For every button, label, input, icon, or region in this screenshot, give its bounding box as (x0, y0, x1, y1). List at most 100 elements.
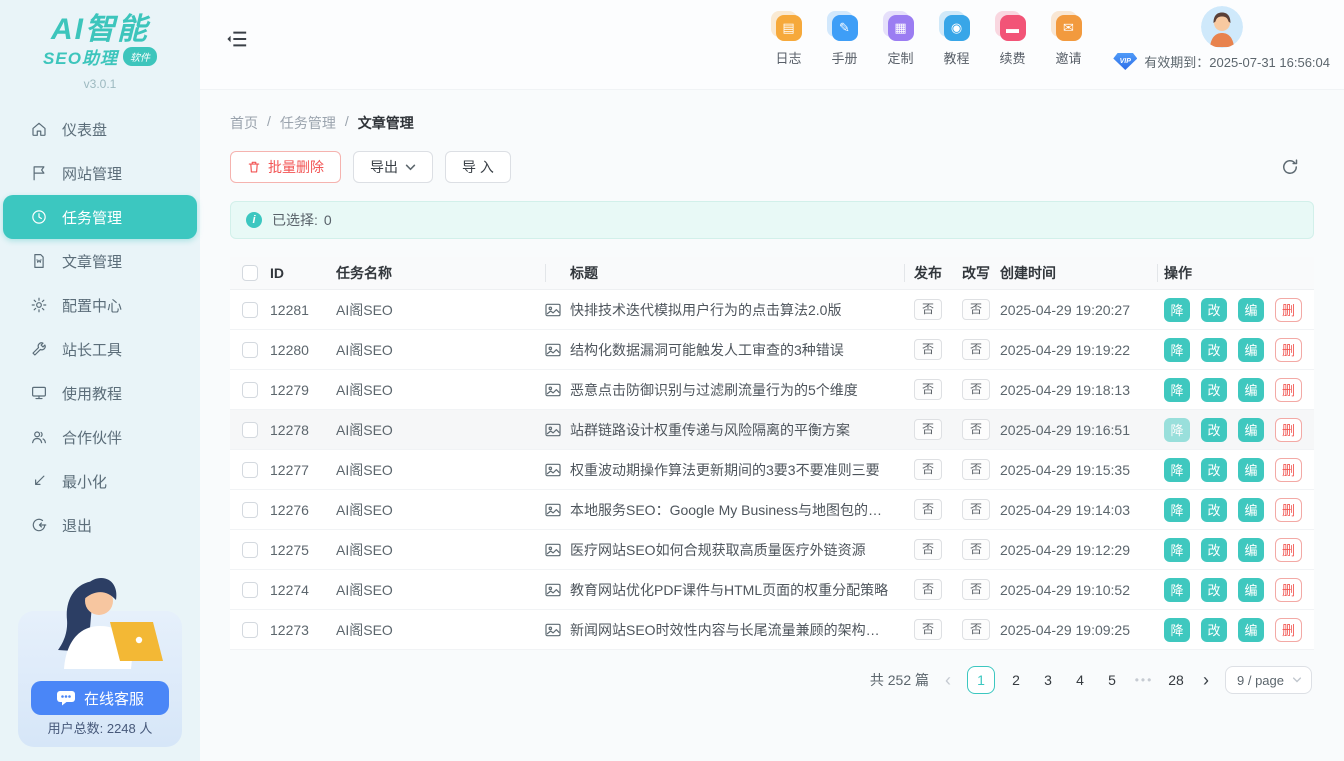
page-number[interactable]: 28 (1165, 666, 1187, 694)
rewrite-button[interactable]: 改 (1201, 578, 1227, 602)
publish-status-tag: 否 (914, 379, 942, 400)
edit-button[interactable]: 编 (1238, 338, 1264, 362)
edit-button[interactable]: 编 (1238, 418, 1264, 442)
rewrite-button[interactable]: 改 (1201, 298, 1227, 322)
edit-button[interactable]: 编 (1238, 458, 1264, 482)
delete-button[interactable]: 删 (1275, 458, 1302, 482)
demote-button[interactable]: 降 (1164, 538, 1190, 562)
sidebar-item-partners[interactable]: 合作伙伴 (0, 415, 200, 459)
demote-button[interactable]: 降 (1164, 578, 1190, 602)
cell-actions: 降 改 编 删 (1157, 458, 1314, 482)
delete-button[interactable]: 删 (1275, 338, 1302, 362)
rewrite-button[interactable]: 改 (1201, 338, 1227, 362)
sidebar-item-label: 文章管理 (62, 251, 122, 272)
row-checkbox[interactable] (242, 422, 258, 438)
quicklink-log[interactable]: ▤ 日志 (772, 15, 805, 67)
pagination-total: 共 252 篇 (870, 670, 929, 690)
sidebar-collapse-icon[interactable] (226, 29, 248, 49)
edit-button[interactable]: 编 (1238, 298, 1264, 322)
table-body: 12281 AI阁SEO 快排技术迭代模拟用户行为的点击算法2.0版 否 否 2… (230, 290, 1314, 650)
row-checkbox[interactable] (242, 462, 258, 478)
top-header: ▤ 日志 ✎ 手册 ▦ 定制 ◉ 教程 ▬ 续费 ✉ 邀请 VIP (200, 0, 1344, 90)
rewrite-button[interactable]: 改 (1201, 378, 1227, 402)
delete-button[interactable]: 删 (1275, 578, 1302, 602)
delete-button[interactable]: 删 (1275, 538, 1302, 562)
rewrite-button[interactable]: 改 (1201, 498, 1227, 522)
demote-button[interactable]: 降 (1164, 418, 1190, 442)
cell-created-time: 2025-04-29 19:16:51 (1000, 422, 1157, 438)
demote-button[interactable]: 降 (1164, 298, 1190, 322)
table-row: 12280 AI阁SEO 结构化数据漏洞可能触发人工审查的3种错误 否 否 20… (230, 330, 1314, 370)
import-button[interactable]: 导 入 (445, 151, 511, 183)
page-number[interactable]: 2 (1005, 666, 1027, 694)
image-icon (545, 623, 561, 637)
row-checkbox[interactable] (242, 502, 258, 518)
sidebar-item-articles[interactable]: 文章管理 (0, 239, 200, 283)
breadcrumb-item: 文章管理 (358, 113, 414, 133)
main-content: 首页/任务管理/文章管理 批量删除 导出 导 入 i (200, 90, 1344, 761)
demote-button[interactable]: 降 (1164, 338, 1190, 362)
delete-button[interactable]: 删 (1275, 618, 1302, 642)
edit-button[interactable]: 编 (1238, 498, 1264, 522)
quicklink-renew[interactable]: ▬ 续费 (996, 15, 1029, 67)
edit-button[interactable]: 编 (1238, 618, 1264, 642)
demote-button[interactable]: 降 (1164, 618, 1190, 642)
rewrite-button[interactable]: 改 (1201, 538, 1227, 562)
select-all-checkbox[interactable] (242, 265, 258, 281)
sidebar-item-tutorial[interactable]: 使用教程 (0, 371, 200, 415)
export-button[interactable]: 导出 (353, 151, 433, 183)
page-number[interactable]: 5 (1101, 666, 1123, 694)
row-checkbox[interactable] (242, 622, 258, 638)
breadcrumb-separator: / (267, 113, 271, 133)
page-number[interactable]: 3 (1037, 666, 1059, 694)
delete-button[interactable]: 删 (1275, 498, 1302, 522)
quicklink-custom[interactable]: ▦ 定制 (884, 15, 917, 67)
edit-button[interactable]: 编 (1238, 378, 1264, 402)
rewrite-button[interactable]: 改 (1201, 618, 1227, 642)
table-row: 12277 AI阁SEO 权重波动期操作算法更新期间的3要3不要准则三要 否 否… (230, 450, 1314, 490)
demote-button[interactable]: 降 (1164, 498, 1190, 522)
edit-button[interactable]: 编 (1238, 538, 1264, 562)
delete-button[interactable]: 删 (1275, 378, 1302, 402)
customer-service-card: 在线客服 用户总数: 2248 人 (18, 611, 182, 747)
table-row: 12281 AI阁SEO 快排技术迭代模拟用户行为的点击算法2.0版 否 否 2… (230, 290, 1314, 330)
row-checkbox[interactable] (242, 582, 258, 598)
rewrite-button[interactable]: 改 (1201, 418, 1227, 442)
delete-button[interactable]: 删 (1275, 298, 1302, 322)
sidebar-item-dashboard[interactable]: 仪表盘 (0, 107, 200, 151)
row-checkbox[interactable] (242, 382, 258, 398)
online-service-button[interactable]: 在线客服 (31, 681, 169, 715)
page-size-select[interactable]: 9 / page (1225, 666, 1312, 694)
quicklink-manual[interactable]: ✎ 手册 (828, 15, 861, 67)
cell-created-time: 2025-04-29 19:15:35 (1000, 462, 1157, 478)
next-page-button[interactable]: › (1201, 666, 1211, 694)
page-number[interactable]: 1 (967, 666, 995, 694)
quicklink-invite[interactable]: ✉ 邀请 (1052, 15, 1085, 67)
sidebar-item-logout[interactable]: 退出 (0, 503, 200, 547)
breadcrumb-item[interactable]: 首页 (230, 113, 258, 133)
rewrite-button[interactable]: 改 (1201, 458, 1227, 482)
sidebar-item-label: 合作伙伴 (62, 427, 122, 448)
batch-delete-label: 批量删除 (268, 157, 324, 177)
page-number[interactable]: 4 (1069, 666, 1091, 694)
refresh-icon[interactable] (1280, 157, 1300, 177)
sidebar-item-config[interactable]: 配置中心 (0, 283, 200, 327)
delete-button[interactable]: 删 (1275, 418, 1302, 442)
demote-button[interactable]: 降 (1164, 458, 1190, 482)
sidebar-item-tasks[interactable]: 任务管理 (3, 195, 197, 239)
avatar[interactable] (1201, 6, 1243, 48)
sidebar-item-webmaster-tools[interactable]: 站长工具 (0, 327, 200, 371)
demote-button[interactable]: 降 (1164, 378, 1190, 402)
row-checkbox[interactable] (242, 542, 258, 558)
prev-page-button[interactable]: ‹ (943, 666, 953, 694)
row-checkbox[interactable] (242, 302, 258, 318)
cell-actions: 降 改 编 删 (1157, 298, 1314, 322)
breadcrumb-item[interactable]: 任务管理 (280, 113, 336, 133)
image-icon (545, 383, 561, 397)
edit-button[interactable]: 编 (1238, 578, 1264, 602)
row-checkbox[interactable] (242, 342, 258, 358)
sidebar-item-minimize[interactable]: 最小化 (0, 459, 200, 503)
batch-delete-button[interactable]: 批量删除 (230, 151, 341, 183)
quicklink-tutorial[interactable]: ◉ 教程 (940, 15, 973, 67)
sidebar-item-sites[interactable]: 网站管理 (0, 151, 200, 195)
